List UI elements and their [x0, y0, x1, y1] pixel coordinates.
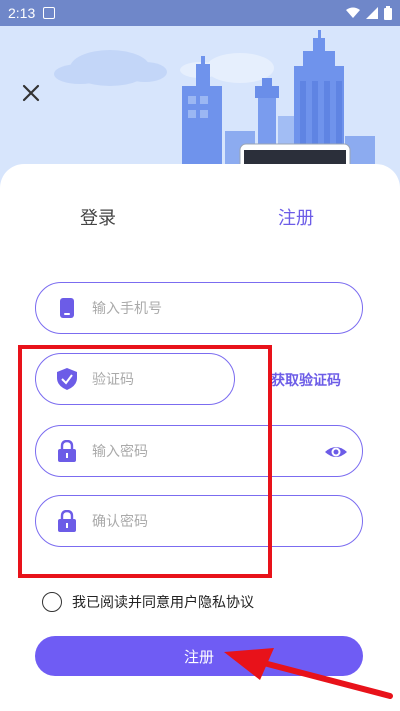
- signal-icon: [366, 7, 378, 19]
- tab-login[interactable]: 登录: [80, 204, 116, 230]
- get-code-button[interactable]: 获取验证码: [271, 370, 341, 390]
- phone-icon: [56, 297, 78, 319]
- close-icon: [22, 84, 40, 102]
- auth-tabs: 登录 注册: [0, 204, 400, 234]
- phone-placeholder: 输入手机号: [92, 301, 162, 317]
- status-bar: 2:13: [0, 0, 400, 26]
- status-time: 2:13: [8, 5, 36, 21]
- shield-icon: [56, 368, 78, 390]
- wifi-icon: [346, 7, 360, 18]
- confirm-password-input[interactable]: 确认密码: [35, 495, 363, 547]
- agreement-text[interactable]: 我已阅读并同意用户隐私协议: [72, 592, 254, 612]
- phone-input[interactable]: 输入手机号: [35, 282, 363, 334]
- password-placeholder: 输入密码: [92, 444, 148, 460]
- eye-icon[interactable]: [324, 440, 348, 464]
- agreement-row: 我已阅读并同意用户隐私协议: [42, 592, 254, 612]
- verification-code-input[interactable]: 验证码: [35, 353, 235, 405]
- agreement-radio[interactable]: [42, 592, 62, 612]
- lock-icon: [56, 440, 78, 462]
- close-button[interactable]: [16, 78, 46, 108]
- register-card: 登录 注册 输入手机号 验证码 获取验证码 输入密码 确认密码 我已阅读并同意用…: [0, 164, 400, 711]
- code-placeholder: 验证码: [92, 372, 134, 388]
- register-button[interactable]: 注册: [35, 636, 363, 676]
- confirm-placeholder: 确认密码: [92, 514, 148, 530]
- battery-icon: [384, 6, 392, 20]
- status-icons: [346, 6, 392, 20]
- lock-icon: [56, 510, 78, 532]
- notification-icon: [43, 7, 56, 19]
- tab-register[interactable]: 注册: [278, 204, 314, 230]
- password-input[interactable]: 输入密码: [35, 425, 363, 477]
